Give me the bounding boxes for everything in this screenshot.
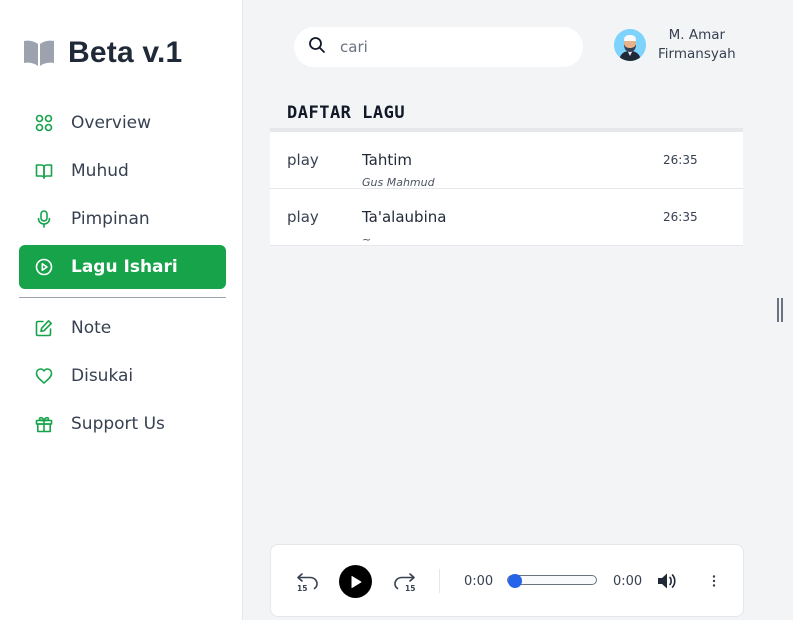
audio-player: 15 15 0:00 0:00 bbox=[270, 544, 744, 617]
gift-icon bbox=[35, 415, 53, 433]
book-logo-icon bbox=[22, 36, 56, 70]
sidebar-item-label: Lagu Ishari bbox=[71, 257, 178, 277]
song-row[interactable]: play Ta'alaubina ~ 26:35 bbox=[270, 189, 743, 246]
avatar[interactable] bbox=[614, 29, 646, 61]
sidebar-item-lagu-ishari[interactable]: Lagu Ishari bbox=[19, 245, 226, 289]
sidebar-item-support-us[interactable]: Support Us bbox=[19, 402, 226, 446]
forward-seconds: 15 bbox=[405, 584, 416, 593]
song-list: play Tahtim Gus Mahmud 26:35 play Ta'ala… bbox=[270, 128, 743, 246]
search-icon[interactable] bbox=[308, 36, 326, 58]
play-button[interactable] bbox=[339, 565, 372, 598]
play-icon bbox=[351, 575, 361, 588]
song-duration: 26:35 bbox=[663, 210, 698, 224]
more-vertical-icon bbox=[712, 575, 716, 587]
resize-handle[interactable] bbox=[777, 298, 783, 322]
rewind-seconds: 15 bbox=[297, 584, 308, 593]
total-time: 0:00 bbox=[613, 574, 643, 589]
song-title: Tahtim bbox=[362, 151, 413, 169]
sidebar-item-label: Muhud bbox=[71, 161, 129, 181]
sidebar-item-disukai[interactable]: Disukai bbox=[19, 354, 226, 398]
rewind-button[interactable]: 15 bbox=[295, 569, 321, 595]
sidebar-item-overview[interactable]: Overview bbox=[19, 101, 226, 145]
heart-icon bbox=[35, 367, 53, 385]
play-link[interactable]: play bbox=[287, 151, 319, 169]
sidebar-item-pimpinan[interactable]: Pimpinan bbox=[19, 197, 226, 241]
user-name-line-2: Firmansyah bbox=[658, 46, 736, 62]
forward-button[interactable]: 15 bbox=[391, 569, 417, 595]
user-profile[interactable]: M. Amar Firmansyah bbox=[614, 26, 736, 64]
sidebar: Beta v.1 Overview Muhud Pimpinan Lagu Is… bbox=[0, 0, 243, 620]
sidebar-item-muhud[interactable]: Muhud bbox=[19, 149, 226, 193]
app-title: Beta v.1 bbox=[68, 36, 183, 69]
volume-icon bbox=[658, 573, 676, 589]
play-circle-icon bbox=[35, 258, 53, 276]
brand[interactable]: Beta v.1 bbox=[22, 33, 182, 73]
grid-icon bbox=[35, 114, 53, 132]
edit-icon bbox=[35, 319, 53, 337]
resize-grip-line bbox=[781, 298, 783, 322]
sidebar-item-label: Support Us bbox=[71, 414, 165, 434]
sidebar-item-label: Note bbox=[71, 318, 112, 338]
song-title: Ta'alaubina bbox=[362, 208, 447, 226]
song-duration: 26:35 bbox=[663, 153, 698, 167]
volume-button[interactable] bbox=[655, 570, 679, 592]
sidebar-item-note[interactable]: Note bbox=[19, 306, 226, 350]
search-bar bbox=[294, 27, 583, 67]
sidebar-item-label: Pimpinan bbox=[71, 209, 150, 229]
progress-thumb[interactable] bbox=[508, 574, 522, 588]
sidebar-item-label: Overview bbox=[71, 113, 152, 133]
current-time: 0:00 bbox=[464, 574, 494, 589]
more-options-button[interactable] bbox=[707, 571, 721, 591]
user-name-line-1: M. Amar bbox=[668, 27, 726, 43]
user-name: M. Amar Firmansyah bbox=[658, 26, 736, 64]
microphone-icon bbox=[35, 210, 53, 228]
play-link[interactable]: play bbox=[287, 208, 319, 226]
song-artist: Gus Mahmud bbox=[362, 176, 435, 189]
book-open-icon bbox=[35, 162, 53, 180]
song-row[interactable]: play Tahtim Gus Mahmud 26:35 bbox=[270, 132, 743, 189]
section-title: DAFTAR LAGU bbox=[287, 103, 406, 123]
search-input[interactable] bbox=[340, 38, 540, 56]
resize-grip-line bbox=[777, 298, 779, 322]
song-artist: ~ bbox=[362, 233, 372, 246]
sidebar-item-label: Disukai bbox=[71, 366, 134, 386]
player-divider bbox=[439, 569, 440, 593]
sidebar-divider bbox=[19, 297, 226, 298]
